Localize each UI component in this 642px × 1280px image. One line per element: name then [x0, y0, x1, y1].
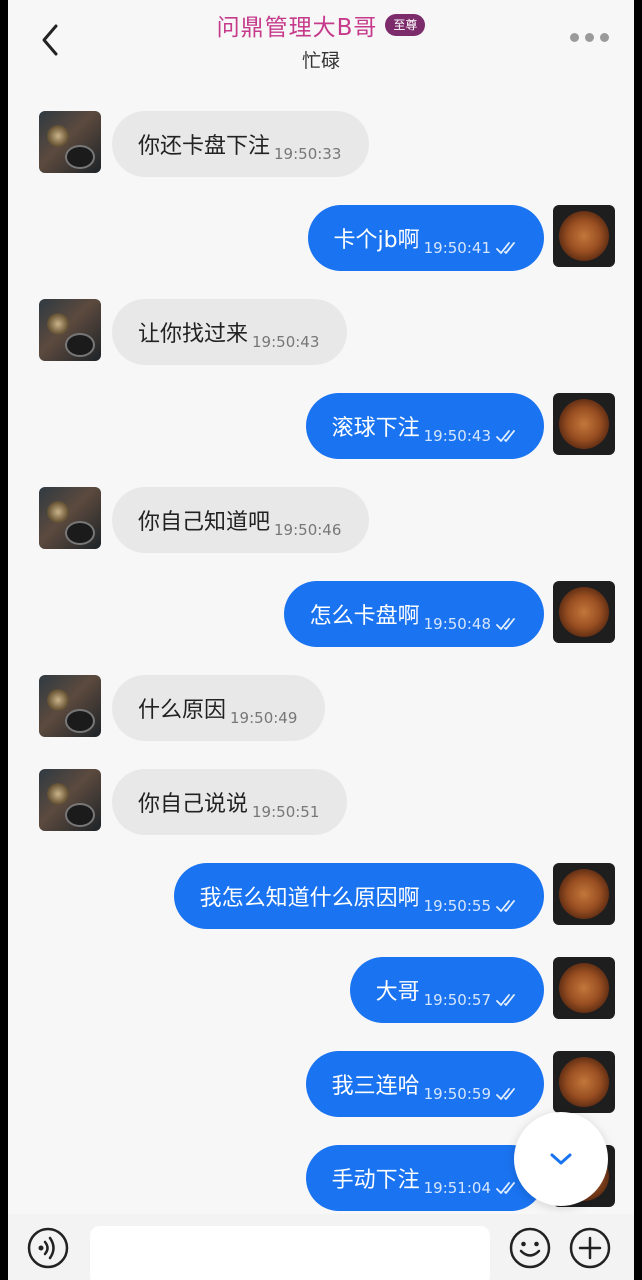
my-avatar[interactable] [553, 581, 615, 643]
message-text: 你自己说说 [138, 792, 249, 817]
double-check-icon [496, 1182, 515, 1194]
plus-button[interactable] [568, 1226, 612, 1270]
incoming-message: 什么原因 19:50:49 [8, 675, 634, 741]
double-check-icon [496, 618, 515, 630]
message-text: 手动下注 [331, 1168, 420, 1193]
more-button[interactable] [570, 30, 612, 44]
double-check-icon [496, 430, 515, 442]
outgoing-message: 大哥 19:50:57 [8, 957, 634, 1023]
more-dots-icon [600, 32, 609, 42]
outgoing-message: 滚球下注 19:50:43 [8, 393, 634, 459]
message-time: 19:51:04 [423, 1179, 491, 1197]
chat-screen: 问鼎管理大B哥 至尊 忙碌 你还卡盘下注 19:50:33 卡个jb啊 19:50:4… [8, 0, 634, 1280]
double-check-icon [496, 242, 515, 254]
incoming-message: 让你找过来 19:50:43 [8, 299, 634, 365]
outgoing-message: 怎么卡盘啊 19:50:48 [8, 581, 634, 647]
contact-avatar[interactable] [39, 675, 101, 737]
message-time: 19:50:59 [423, 1085, 491, 1103]
emoji-icon [509, 1227, 551, 1269]
message-text: 让你找过来 [138, 322, 249, 347]
message-text: 我怎么知道什么原因啊 [199, 886, 420, 911]
message-text: 大哥 [375, 980, 420, 1005]
message-text: 卡个jb啊 [333, 228, 420, 253]
contact-name[interactable]: 问鼎管理大B哥 [217, 8, 378, 42]
message-bubble[interactable]: 什么原因 19:50:49 [112, 675, 326, 741]
message-bubble[interactable]: 卡个jb啊 19:50:41 [307, 205, 544, 271]
plus-icon [569, 1227, 611, 1269]
message-bubble[interactable]: 你自己知道吧 19:50:46 [112, 487, 370, 553]
message-time: 19:50:43 [423, 427, 491, 445]
message-input[interactable] [90, 1226, 490, 1280]
voice-button[interactable] [26, 1226, 70, 1270]
message-text: 我三连哈 [331, 1074, 420, 1099]
incoming-message: 你还卡盘下注 19:50:33 [8, 111, 634, 177]
emoji-button[interactable] [508, 1226, 552, 1270]
message-bubble[interactable]: 你还卡盘下注 19:50:33 [112, 111, 370, 177]
message-text: 滚球下注 [331, 416, 420, 441]
outgoing-message: 我三连哈 19:50:59 [8, 1051, 634, 1117]
double-check-icon [496, 900, 515, 912]
my-avatar[interactable] [553, 863, 615, 925]
my-avatar[interactable] [553, 393, 615, 455]
my-avatar[interactable] [553, 205, 615, 267]
message-text: 怎么卡盘啊 [309, 604, 420, 629]
message-time: 19:50:41 [423, 239, 491, 257]
message-bubble[interactable]: 我三连哈 19:50:59 [305, 1051, 544, 1117]
voice-icon [27, 1227, 69, 1269]
vip-badge: 至尊 [385, 14, 426, 36]
contact-avatar[interactable] [39, 487, 101, 549]
incoming-message: 你自己说说 19:50:51 [8, 769, 634, 835]
message-bubble[interactable]: 大哥 19:50:57 [349, 957, 544, 1023]
message-bubble[interactable]: 让你找过来 19:50:43 [112, 299, 348, 365]
more-dots-icon [570, 32, 579, 42]
message-time: 19:50:55 [423, 897, 491, 915]
my-avatar[interactable] [553, 957, 615, 1019]
message-bubble[interactable]: 我怎么知道什么原因啊 19:50:55 [173, 863, 544, 929]
contact-status: 忙碌 [301, 50, 340, 72]
outgoing-message: 卡个jb啊 19:50:41 [8, 205, 634, 271]
message-bubble[interactable]: 滚球下注 19:50:43 [305, 393, 544, 459]
chat-header: 问鼎管理大B哥 至尊 忙碌 [8, 0, 634, 88]
more-dots-icon [585, 32, 594, 42]
message-time: 19:50:33 [274, 145, 342, 163]
message-time: 19:50:46 [274, 521, 342, 539]
contact-avatar[interactable] [39, 299, 101, 361]
message-bubble[interactable]: 手动下注 19:51:04 [305, 1145, 544, 1211]
message-time: 19:50:49 [230, 709, 298, 727]
message-time: 19:50:57 [423, 991, 491, 1009]
composer-bar [8, 1214, 634, 1280]
message-text: 什么原因 [138, 698, 227, 723]
contact-avatar[interactable] [39, 111, 101, 173]
double-check-icon [496, 1088, 515, 1100]
message-bubble[interactable]: 怎么卡盘啊 19:50:48 [283, 581, 544, 647]
my-avatar[interactable] [553, 1051, 615, 1113]
incoming-message: 你自己知道吧 19:50:46 [8, 487, 634, 553]
message-text: 你还卡盘下注 [138, 134, 271, 159]
chevron-down-icon [550, 1153, 572, 1165]
outgoing-message: 我怎么知道什么原因啊 19:50:55 [8, 863, 634, 929]
double-check-icon [496, 994, 515, 1006]
message-time: 19:50:48 [423, 615, 491, 633]
contact-avatar[interactable] [39, 769, 101, 831]
message-time: 19:50:43 [252, 333, 320, 351]
message-time: 19:50:51 [252, 803, 320, 821]
title-block: 问鼎管理大B哥 至尊 忙碌 [8, 8, 634, 73]
scroll-to-bottom-button[interactable] [514, 1112, 608, 1206]
message-text: 你自己知道吧 [138, 510, 271, 535]
message-bubble[interactable]: 你自己说说 19:50:51 [112, 769, 348, 835]
